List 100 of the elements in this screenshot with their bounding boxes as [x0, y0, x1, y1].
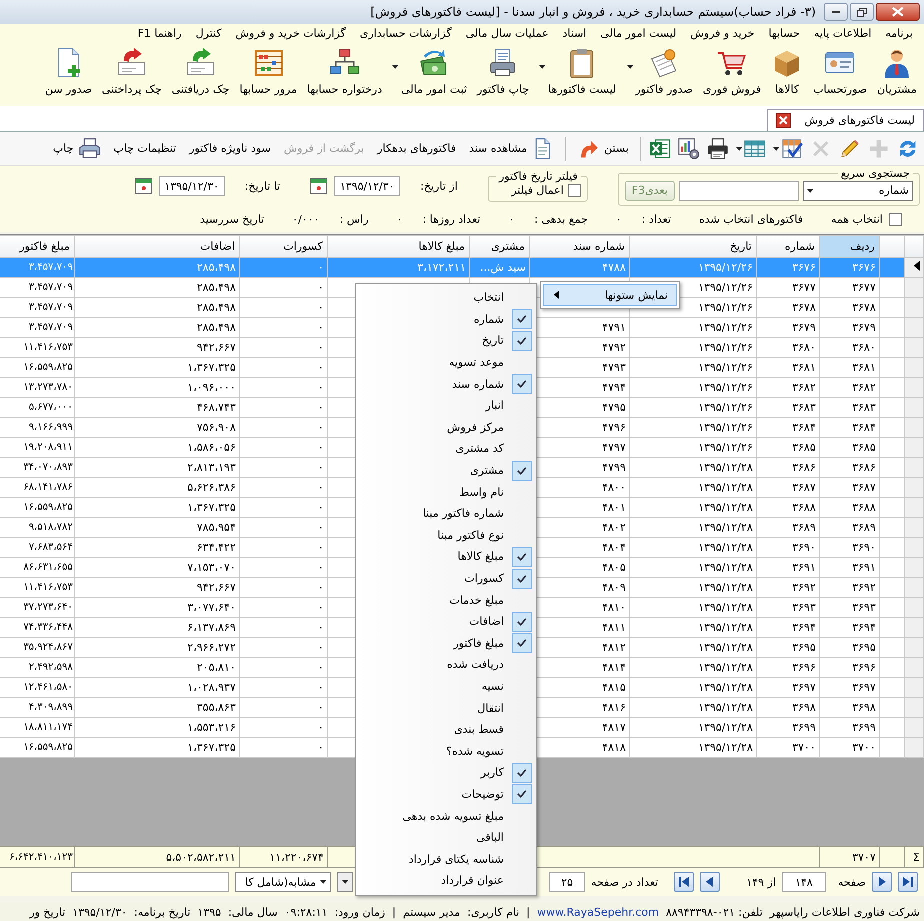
menu-item[interactable]: الباقی: [356, 826, 536, 848]
toolbar-button[interactable]: فاکتورهای بدهکار: [371, 134, 462, 162]
step-left-button[interactable]: [700, 872, 720, 892]
table-cell: ۳۶۸۳: [820, 398, 880, 418]
menu-item[interactable]: گزارشات حسابداری: [352, 26, 459, 40]
checkbox[interactable]: [889, 212, 902, 226]
page-field[interactable]: ۱۴۸: [782, 872, 826, 892]
toolbar-button[interactable]: مرور حسابها: [234, 45, 302, 104]
table-cell: ۳۶۷۶: [820, 258, 880, 278]
table-cell: ۰: [240, 418, 328, 438]
menu-item[interactable]: راهنما F1: [130, 26, 189, 40]
column-header[interactable]: مبلغ کالاها: [328, 236, 470, 258]
toolbar-button[interactable]: درختواره حسابها: [302, 45, 388, 104]
table-cell: ۱۳۹۵/۱۲/۲۸: [630, 718, 756, 738]
table-cell: ۳،۱۷۲،۲۱۱: [328, 258, 470, 278]
dropdown-button[interactable]: [337, 872, 354, 892]
menu-item[interactable]: برنامه: [878, 26, 920, 40]
toolbar-button[interactable]: چک پرداختنی: [97, 45, 167, 104]
table-cell: ۳۶۸۴: [756, 418, 820, 438]
column-header[interactable]: اضافات: [74, 236, 240, 258]
table-cell: ۱۳۹۵/۱۲/۲۸: [630, 518, 756, 538]
column-header[interactable]: شماره: [756, 236, 820, 258]
toolbar-button[interactable]: مشتریان: [872, 45, 922, 104]
menu-item[interactable]: لیست امور مالی: [594, 26, 684, 40]
close-button[interactable]: [776, 113, 791, 128]
menu-item[interactable]: انتخاب: [356, 287, 536, 309]
toolbar-button[interactable]: مشاهده سند: [463, 134, 560, 162]
table-cell: ۱۳۹۵/۱۲/۲۸: [630, 658, 756, 678]
toolbar-button[interactable]: چک دریافتنی: [166, 45, 235, 104]
caret-icon: [626, 65, 634, 69]
toolbar-button[interactable]: تنظیمات چاپ: [108, 134, 182, 162]
menu-item[interactable]: عملیات سال مالی: [458, 26, 556, 40]
menu-item[interactable]: مبلغ تسویه شده بدهی: [356, 805, 536, 827]
toolbar-button[interactable]: ثبت امور مالی: [387, 45, 472, 104]
column-header[interactable]: تاریخ: [630, 236, 756, 258]
column-header[interactable]: شماره سند: [530, 236, 630, 258]
table-cell: ۶،۱۳۷،۸۶۹: [74, 618, 240, 638]
table-cell: ۱،۰۲۸،۹۳۷: [74, 678, 240, 698]
status-text: تاریخ برنامه:: [134, 906, 191, 918]
table-cell: ۱۳۹۵/۱۲/۲۶: [630, 338, 756, 358]
table-cell: ۰: [240, 378, 328, 398]
caret-icon: [736, 146, 743, 150]
menu-item[interactable]: حسابها: [762, 26, 808, 40]
table-cell: ۳۶۸۱: [820, 358, 880, 378]
calendar-button[interactable]: [134, 177, 153, 195]
search-input[interactable]: [679, 180, 799, 200]
toolbar-button[interactable]: صدور فاکتور: [622, 45, 698, 104]
skip-right-button[interactable]: [898, 872, 918, 892]
menu-item[interactable]: خرید و فروش: [684, 26, 762, 40]
toolbar-button[interactable]: صدور سن: [40, 45, 98, 104]
summary-value: ۰: [508, 212, 514, 226]
status-text: ۰۹:۲۸:۱۱: [284, 906, 328, 918]
match-mode-dropdown[interactable]: مشابه(شامل کا: [235, 872, 332, 892]
menu-item[interactable]: توضیحات: [356, 784, 536, 806]
table-cell: ۱۳۹۵/۱۲/۲۸: [630, 558, 756, 578]
skip-left-button[interactable]: [674, 872, 694, 892]
printer-icon: [78, 138, 101, 160]
toolbar-button[interactable]: سود ناویژه فاکتور: [183, 134, 277, 162]
table-cell: ۳۶۸۷: [756, 478, 820, 498]
menu-item[interactable]: کاربر: [356, 762, 536, 784]
table-cell: ۰: [240, 298, 328, 318]
toolbar-button[interactable]: بستن: [571, 134, 635, 162]
calendar-button[interactable]: [310, 177, 328, 195]
table-cell: ۰: [240, 318, 328, 338]
menu-item[interactable]: کنترل: [188, 26, 229, 40]
filter-input[interactable]: [71, 872, 230, 892]
column-header[interactable]: مبلغ فاکتور: [0, 236, 74, 258]
menu-item[interactable]: گزارشات خرید و فروش: [228, 26, 353, 40]
status-text: شرکت فناوری اطلاعات رایاسپهر: [770, 906, 920, 918]
column-header[interactable]: ردیف: [820, 236, 880, 258]
table-cell: ۹۴۲،۶۶۷: [74, 338, 240, 358]
toolbar-button[interactable]: لیست فاکتورها: [534, 45, 622, 104]
menu-item[interactable]: شناسه یکتای قرارداد: [356, 848, 536, 870]
document-tab[interactable]: لیست فاکتورهای فروش: [766, 109, 924, 131]
restore-button[interactable]: [850, 3, 874, 21]
page-size-field[interactable]: ۲۵: [549, 872, 586, 892]
date-field[interactable]: ۱۳۹۵/۱۲/۳۰: [158, 176, 225, 196]
toolbar-button[interactable]: صورتحساب: [808, 45, 872, 104]
checkbox[interactable]: [568, 184, 581, 197]
minimize-button[interactable]: [824, 3, 848, 21]
table-cell: ۳۶۹۰: [756, 538, 820, 558]
arrow-icon: [876, 876, 888, 888]
website-link[interactable]: www.RayaSepehr.com: [537, 906, 660, 918]
menu-item[interactable]: اطلاعات پایه: [807, 26, 879, 40]
date-field[interactable]: ۱۳۹۵/۱۲/۳۰: [334, 176, 400, 196]
table-cell: ۱۳۹۵/۱۲/۲۸: [630, 578, 756, 598]
toolbar-button[interactable]: چاپ: [47, 134, 107, 162]
column-header[interactable]: مشتری: [470, 236, 530, 258]
toolbar-button[interactable]: کالاها: [766, 45, 808, 104]
menu-item[interactable]: نمایش ستونها: [543, 284, 677, 306]
toolbar-button[interactable]: فروش فوری: [698, 45, 766, 104]
search-field-dropdown[interactable]: شماره: [803, 180, 913, 200]
status-text: تلفن: ۰۲۱-۸۸۹۴۳۳۹۸: [666, 906, 763, 918]
step-right-button[interactable]: [872, 872, 892, 892]
menu-item[interactable]: عنوان قرارداد: [356, 870, 536, 892]
menu-item[interactable]: اسناد: [556, 26, 594, 40]
close-button[interactable]: [876, 3, 920, 21]
column-header[interactable]: کسورات: [240, 236, 328, 258]
table-cell: ۱۳۹۵/۱۲/۲۸: [630, 538, 756, 558]
toolbar-button[interactable]: چاپ فاکتور: [472, 45, 534, 104]
